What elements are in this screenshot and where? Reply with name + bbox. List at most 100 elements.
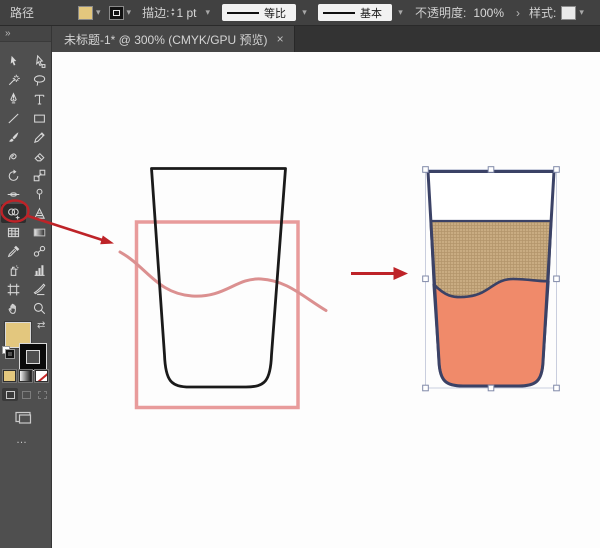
opacity-label: 不透明度: <box>414 6 467 20</box>
blend-icon <box>33 245 46 257</box>
toolbox-panel: » ⇄ … <box>0 26 52 548</box>
column-graph-tool[interactable] <box>27 261 52 280</box>
canvas[interactable] <box>52 52 600 548</box>
rectangle-tool[interactable] <box>27 109 52 128</box>
style-chevron-icon[interactable]: ▾ <box>579 7 584 18</box>
style-label: 样式: <box>529 6 557 20</box>
stepper-down-icon[interactable]: ▾ <box>171 12 174 18</box>
paintbrush-tool[interactable] <box>1 128 26 147</box>
puppet-warp-tool[interactable] <box>27 185 52 204</box>
symbol-sprayer-icon <box>10 265 19 276</box>
mesh-tool[interactable] <box>1 223 26 242</box>
draw-inside-button[interactable] <box>34 388 50 401</box>
handle-top-left[interactable] <box>422 166 429 173</box>
eyedropper-tool[interactable] <box>1 242 26 261</box>
swap-fill-stroke-icon[interactable]: ⇄ <box>37 320 45 331</box>
path-label: 路径 <box>10 6 35 20</box>
selection-tool[interactable] <box>1 52 26 71</box>
magic-wand-tool[interactable] <box>1 71 26 90</box>
brush-definition-chevron-icon[interactable]: ▾ <box>392 4 406 21</box>
color-mode-row <box>3 370 48 382</box>
default-fill-stroke-button[interactable] <box>2 346 14 358</box>
illustrator-window: { "colors": { "accent_fill_swatch": "#E3… <box>0 0 600 548</box>
eraser-icon <box>34 152 45 162</box>
tab-close-icon[interactable]: × <box>277 32 284 46</box>
slice-tool[interactable] <box>27 280 52 299</box>
stroke-weight-chevron-icon[interactable]: ▾ <box>205 7 210 18</box>
eraser-tool[interactable] <box>27 147 52 166</box>
fill-color-swatch[interactable] <box>78 5 94 20</box>
zoom-icon <box>33 302 46 315</box>
brush-definition-dropdown[interactable]: 基本 <box>317 4 392 21</box>
width-tool[interactable] <box>1 185 26 204</box>
gradient-mode-button[interactable] <box>19 370 32 382</box>
brush-definition-line-icon <box>322 11 355 14</box>
stroke-weight-stepper[interactable]: ▴ ▾ <box>171 7 174 18</box>
hand-tool[interactable] <box>1 299 26 318</box>
wave-cut-path[interactable] <box>118 250 328 312</box>
stroke-color-swatch[interactable] <box>108 5 124 20</box>
artboard-artwork <box>118 166 560 410</box>
gradient-tool[interactable] <box>27 223 52 242</box>
shaper-icon <box>9 153 17 160</box>
symbol-sprayer-tool[interactable] <box>1 261 26 280</box>
default-stroke-icon <box>6 350 14 358</box>
rotate-tool[interactable] <box>1 166 26 185</box>
handle-top-center[interactable] <box>487 166 495 173</box>
stroke-proxy-swatch[interactable] <box>20 344 46 370</box>
perspective-grid-icon <box>33 207 46 219</box>
handle-bottom-left[interactable] <box>422 384 429 392</box>
none-mode-button[interactable] <box>35 370 48 382</box>
artboard-icon <box>7 283 20 296</box>
zoom-tool[interactable] <box>27 299 52 318</box>
line-segment-tool[interactable] <box>1 109 26 128</box>
perspective-grid-tool[interactable] <box>27 204 52 223</box>
screen-mode-button[interactable] <box>14 410 34 429</box>
scale-tool[interactable] <box>27 166 52 185</box>
column-graph-icon <box>34 265 45 276</box>
artboard-tool[interactable] <box>1 280 26 299</box>
shaper-tool[interactable] <box>1 147 26 166</box>
pencil-tool[interactable] <box>27 128 52 147</box>
draw-behind-icon <box>21 390 31 399</box>
style-swatch[interactable] <box>561 5 577 20</box>
handle-top-right[interactable] <box>553 166 560 173</box>
type-icon <box>34 94 45 105</box>
paintbrush-icon <box>8 132 19 142</box>
handle-middle-right[interactable] <box>553 275 560 283</box>
handle-bottom-center[interactable] <box>487 384 495 392</box>
pen-icon <box>10 92 17 104</box>
stroke-chevron-icon[interactable]: ▾ <box>127 7 132 18</box>
opacity-value[interactable]: 100% <box>473 6 504 20</box>
blend-tool[interactable] <box>27 242 52 261</box>
line-segment-icon <box>8 113 19 124</box>
brush-definition-value: 基本 <box>359 7 382 20</box>
handle-middle-left[interactable] <box>422 275 429 283</box>
draw-behind-button[interactable] <box>18 388 34 401</box>
shape-builder-tool[interactable] <box>1 204 26 223</box>
type-tool[interactable] <box>27 90 52 109</box>
tool-grid <box>0 52 52 318</box>
mesh-icon <box>7 227 20 238</box>
handle-bottom-right[interactable] <box>553 384 560 392</box>
pen-tool[interactable] <box>1 90 26 109</box>
direct-selection-tool[interactable] <box>27 52 52 71</box>
draw-normal-button[interactable] <box>2 388 18 401</box>
edit-toolbar-button[interactable]: … <box>16 434 29 446</box>
toolbox-collapse-button[interactable]: » <box>0 26 51 42</box>
glass-outline[interactable] <box>150 167 287 389</box>
stroke-weight-value[interactable]: 1 pt <box>176 6 196 20</box>
document-tab[interactable]: 未标题-1* @ 300% (CMYK/GPU 预览) × <box>52 26 295 52</box>
scale-icon <box>33 169 46 182</box>
rectangle-icon <box>34 114 45 123</box>
width-profile-value: 等比 <box>263 7 286 20</box>
lasso-tool[interactable] <box>27 71 52 90</box>
opacity-expand-icon[interactable]: › <box>516 6 520 20</box>
width-profile-dropdown[interactable]: 等比 <box>221 4 296 21</box>
result-glass-liquid-section[interactable] <box>432 277 550 388</box>
fill-chevron-icon[interactable]: ▾ <box>96 7 101 18</box>
width-profile-chevron-icon[interactable]: ▾ <box>296 4 310 21</box>
magic-wand-icon <box>8 74 20 86</box>
pencil-icon <box>34 132 45 143</box>
color-mode-button[interactable] <box>3 370 16 382</box>
